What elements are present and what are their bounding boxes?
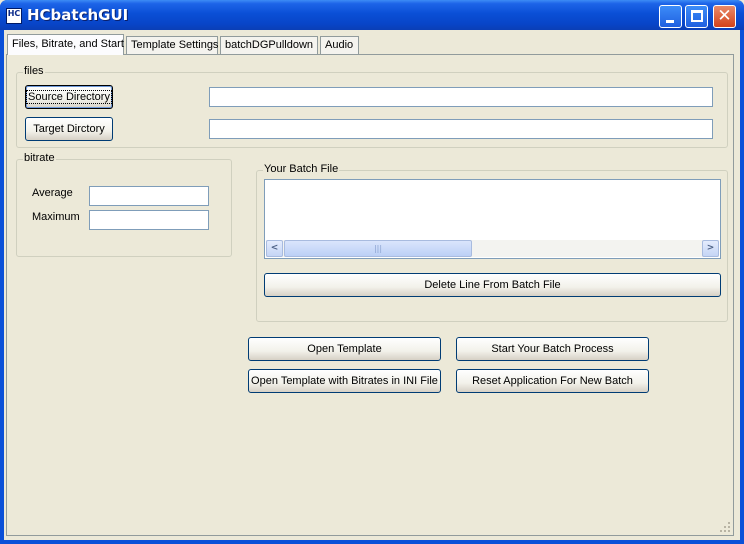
open-template-button[interactable]: Open Template [248, 337, 441, 361]
client-area: Files, Bitrate, and Start Template Setti… [4, 30, 740, 540]
open-template-ini-button[interactable]: Open Template with Bitrates in INI File [248, 369, 441, 393]
start-batch-button[interactable]: Start Your Batch Process [456, 337, 649, 361]
batch-file-list[interactable]: < ||| > [264, 179, 721, 259]
maximize-icon [691, 10, 703, 22]
minimize-icon [666, 20, 674, 23]
app-icon[interactable]: HC [6, 8, 22, 24]
tab-audio[interactable]: Audio [320, 36, 359, 54]
source-directory-field[interactable] [209, 87, 713, 107]
files-group-label: files [23, 65, 45, 77]
bitrate-group: bitrate Average Maximum [16, 152, 232, 257]
target-directory-field[interactable] [209, 119, 713, 139]
reset-application-button[interactable]: Reset Application For New Batch [456, 369, 649, 393]
close-icon: ✕ [717, 6, 732, 26]
tab-template-settings[interactable]: Template Settings [126, 36, 218, 54]
files-group: files Source Directory Target Dirctory [16, 65, 728, 148]
maximum-bitrate-field[interactable] [89, 210, 209, 230]
app-window: HC HCbatchGUI ✕ Files, Bitrate, and Star… [0, 0, 744, 544]
maximum-label: Maximum [32, 211, 80, 223]
maximize-button[interactable] [685, 5, 708, 28]
batch-file-group-label: Your Batch File [263, 163, 340, 175]
target-directory-button[interactable]: Target Dirctory [25, 117, 113, 141]
batch-file-group: Your Batch File < ||| > Delete Line From… [256, 163, 728, 322]
close-button[interactable]: ✕ [713, 5, 736, 28]
delete-line-button[interactable]: Delete Line From Batch File [264, 273, 721, 297]
average-label: Average [32, 187, 73, 199]
source-directory-button[interactable]: Source Directory [25, 85, 113, 109]
chevron-left-icon[interactable]: < [266, 240, 283, 257]
tab-page: files Source Directory Target Dirctory b… [6, 54, 734, 536]
window-title: HCbatchGUI [27, 6, 129, 24]
horizontal-scrollbar[interactable]: < ||| > [266, 240, 719, 257]
resize-grip[interactable] [719, 521, 731, 533]
title-bar[interactable]: HC HCbatchGUI ✕ [0, 0, 744, 30]
tab-batchdgpulldown[interactable]: batchDGPulldown [220, 36, 318, 54]
bitrate-group-label: bitrate [23, 152, 56, 164]
minimize-button[interactable] [659, 5, 682, 28]
source-directory-button-label: Source Directory [26, 90, 112, 104]
average-bitrate-field[interactable] [89, 186, 209, 206]
scrollbar-thumb[interactable]: ||| [284, 240, 472, 257]
tab-files-bitrate-start[interactable]: Files, Bitrate, and Start [7, 34, 124, 55]
chevron-right-icon[interactable]: > [702, 240, 719, 257]
